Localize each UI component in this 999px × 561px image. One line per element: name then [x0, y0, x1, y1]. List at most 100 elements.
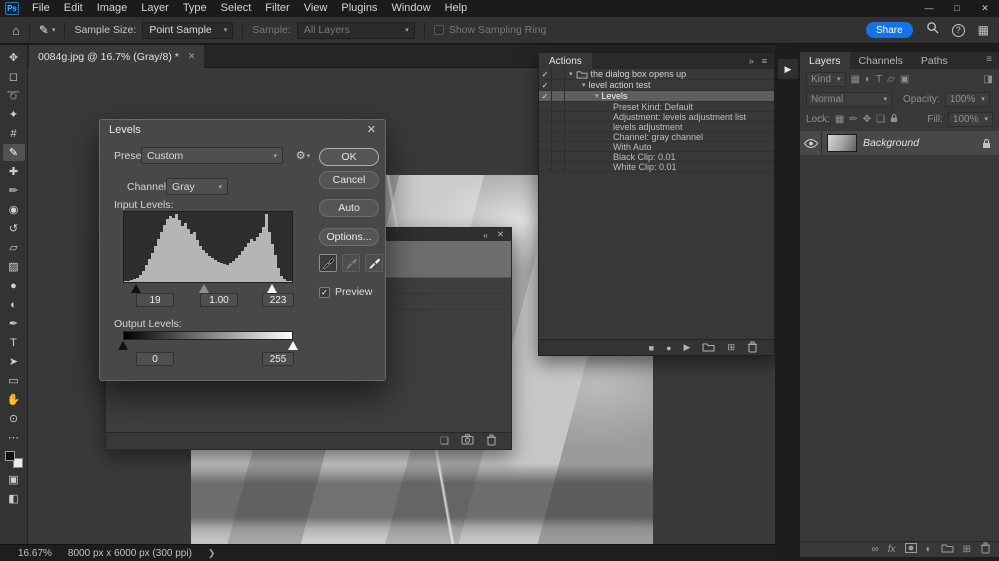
tool-rectangle[interactable]: ▭: [3, 372, 25, 389]
menu-image[interactable]: Image: [90, 0, 135, 17]
active-tool-icon[interactable]: ✎ ▾: [39, 23, 56, 37]
close-icon[interactable]: ✕: [497, 229, 504, 240]
tool-clone-stamp[interactable]: ◉: [3, 201, 25, 218]
preset-options-gear-icon[interactable]: ⚙▾: [290, 147, 316, 164]
options-button[interactable]: Options...: [319, 228, 379, 246]
expand-arrow-icon[interactable]: ▾: [582, 81, 586, 89]
include-checkbox[interactable]: ✓: [539, 91, 552, 101]
tool-eyedropper[interactable]: ✎: [3, 144, 25, 161]
filter-pixel-icon[interactable]: ▦: [851, 74, 860, 85]
output-black-field[interactable]: 0: [136, 352, 174, 366]
tool-hand[interactable]: ✋: [3, 391, 25, 408]
output-black-slider[interactable]: [118, 341, 128, 350]
home-icon[interactable]: ⌂: [12, 23, 20, 38]
tab-actions[interactable]: Actions: [539, 53, 592, 69]
tool-type[interactable]: T: [3, 334, 25, 351]
input-gamma-field[interactable]: 1.00: [200, 293, 238, 307]
white-point-eyedropper-icon[interactable]: [365, 254, 383, 272]
tool-blur[interactable]: ●: [3, 277, 25, 294]
action-set-row[interactable]: ✓ ▾ the dialog box opens up: [539, 69, 774, 80]
play-button[interactable]: ▶: [684, 342, 691, 353]
menu-view[interactable]: View: [297, 0, 335, 17]
include-checkbox[interactable]: ✓: [539, 80, 552, 90]
panel-menu-icon[interactable]: ≡: [762, 56, 767, 66]
search-icon[interactable]: [926, 21, 939, 39]
input-black-field[interactable]: 19: [136, 293, 174, 307]
gray-point-eyedropper-icon[interactable]: [342, 254, 360, 272]
new-group-icon[interactable]: [941, 543, 954, 556]
action-detail-row[interactable]: With Auto: [539, 142, 774, 152]
tab-paths[interactable]: Paths: [912, 52, 957, 69]
lock-artboard-icon[interactable]: ❏: [876, 114, 885, 125]
lock-pixels-icon[interactable]: ✏: [849, 114, 857, 125]
tool-history-brush[interactable]: ↺: [3, 220, 25, 237]
preview-checkbox[interactable]: ✓: [319, 287, 330, 298]
filter-smart-object-icon[interactable]: ▣: [900, 74, 909, 85]
blend-mode-dropdown[interactable]: Normal ▾: [806, 92, 892, 107]
delete-layer-icon[interactable]: [980, 542, 991, 557]
menu-edit[interactable]: Edit: [57, 0, 90, 17]
close-icon[interactable]: ✕: [188, 51, 196, 62]
share-button[interactable]: Share: [866, 22, 913, 38]
action-detail-row[interactable]: levels adjustment: [539, 122, 774, 132]
tool-object-selection[interactable]: ✦: [3, 106, 25, 123]
close-icon[interactable]: ✕: [367, 123, 376, 136]
tool-marquee[interactable]: ◻: [3, 68, 25, 85]
fill-field[interactable]: 100% ▾: [948, 112, 993, 127]
workspace-icon[interactable]: ▦: [978, 23, 989, 37]
menu-help[interactable]: Help: [438, 0, 475, 17]
tool-gradient[interactable]: ▨: [3, 258, 25, 275]
action-row[interactable]: ✓ ▾ level action test: [539, 80, 774, 91]
tool-healing-brush[interactable]: ✚: [3, 163, 25, 180]
dialog-toggle[interactable]: [552, 91, 565, 101]
dialog-toggle[interactable]: [552, 69, 565, 79]
menu-layer[interactable]: Layer: [134, 0, 176, 17]
tool-brush[interactable]: ✏: [3, 182, 25, 199]
dialog-title-bar[interactable]: Levels ✕: [100, 120, 385, 139]
preset-dropdown[interactable]: Custom ▾: [141, 147, 283, 164]
help-icon[interactable]: ?: [952, 24, 965, 37]
add-layer-mask-icon[interactable]: [905, 543, 917, 556]
tool-crop[interactable]: #: [3, 125, 25, 142]
input-gamma-slider[interactable]: [199, 284, 209, 293]
edit-toolbar-icon[interactable]: ⋯: [3, 429, 25, 446]
link-layers-icon[interactable]: ∞: [872, 544, 879, 555]
menu-select[interactable]: Select: [214, 0, 259, 17]
maximize-button[interactable]: □: [943, 0, 971, 17]
new-snapshot-button[interactable]: [461, 434, 474, 448]
collapsed-actions-panel-icon[interactable]: ▶: [778, 59, 798, 79]
sample-size-dropdown[interactable]: Point Sample ▾: [142, 22, 233, 39]
cancel-button[interactable]: Cancel: [319, 171, 379, 189]
opacity-field[interactable]: 100% ▾: [945, 92, 990, 107]
include-checkbox[interactable]: ✓: [539, 69, 552, 79]
new-layer-icon[interactable]: ⊞: [963, 544, 971, 555]
output-white-field[interactable]: 255: [262, 352, 294, 366]
collapse-icon[interactable]: »: [749, 56, 754, 66]
action-detail-row[interactable]: Channel: gray channel: [539, 132, 774, 142]
channel-dropdown[interactable]: Gray ▾: [166, 178, 228, 195]
lock-transparency-icon[interactable]: ▦: [835, 114, 844, 125]
screen-mode-button[interactable]: ◧: [3, 490, 25, 507]
panel-menu-icon[interactable]: ≡: [979, 52, 999, 69]
auto-button[interactable]: Auto: [319, 199, 379, 217]
close-button[interactable]: ✕: [971, 0, 999, 17]
foreground-color-swatch[interactable]: [5, 451, 15, 461]
quick-mask-button[interactable]: ▣: [3, 471, 25, 488]
collapse-icon[interactable]: «: [483, 230, 488, 240]
filter-kind-dropdown[interactable]: Kind ▾: [806, 72, 846, 87]
menu-window[interactable]: Window: [384, 0, 437, 17]
action-detail-row[interactable]: Preset Kind: Default: [539, 102, 774, 112]
output-white-slider[interactable]: [288, 341, 298, 350]
document-tab[interactable]: 0084g.jpg @ 16.7% (Gray/8) * ✕: [29, 45, 204, 68]
action-detail-row[interactable]: White Clip: 0.01: [539, 162, 774, 172]
tool-move[interactable]: ✥: [3, 49, 25, 66]
tab-channels[interactable]: Channels: [850, 52, 912, 69]
record-button[interactable]: ●: [666, 343, 671, 353]
minimize-button[interactable]: —: [915, 0, 943, 17]
action-detail-row[interactable]: Black Clip: 0.01: [539, 152, 774, 162]
tool-dodge[interactable]: ◐: [3, 296, 25, 313]
tool-path-selection[interactable]: ➤: [3, 353, 25, 370]
input-white-slider[interactable]: [267, 284, 277, 293]
tool-lasso[interactable]: ➰: [3, 87, 25, 104]
layer-row-background[interactable]: Background: [800, 131, 999, 155]
